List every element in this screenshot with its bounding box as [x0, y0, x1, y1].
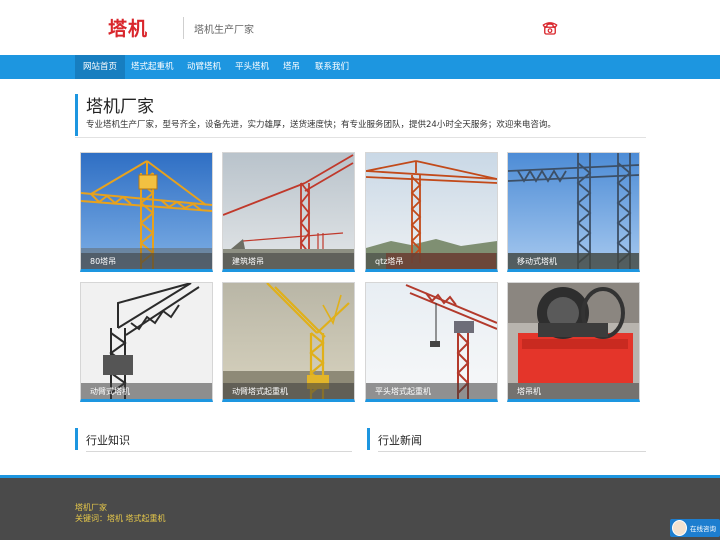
page: 塔机 塔机生产厂家 网站首页 塔式起重机 动臂塔机 平头塔机 塔吊 联系我们 塔…	[0, 0, 720, 540]
product-label: 平头塔式起重机	[375, 387, 431, 396]
news-divider	[378, 451, 646, 452]
product-card[interactable]: qtz塔吊	[365, 152, 498, 272]
site-footer: 塔机厂家 关键词：塔机 塔式起重机	[0, 478, 720, 540]
product-label: qtz塔吊	[375, 257, 404, 266]
nav-item-home[interactable]: 网站首页	[75, 55, 126, 79]
product-label: 塔吊机	[517, 387, 541, 396]
site-tagline: 塔机生产厂家	[194, 25, 254, 36]
page-description: 专业塔机生产厂家，型号齐全，设备先进，实力雄厚，送货速度快；有专业服务团队，提供…	[86, 120, 556, 130]
nav-item-contact[interactable]: 联系我们	[307, 55, 357, 79]
product-label: 动臂式塔机	[90, 387, 130, 396]
nav-item-flat-top-crane[interactable]: 平头塔机	[227, 55, 277, 79]
product-card[interactable]: 移动式塔机	[507, 152, 640, 272]
nav-item-luffing-crane[interactable]: 动臂塔机	[179, 55, 229, 79]
product-card[interactable]: 80塔吊	[80, 152, 213, 272]
chat-label: 在线咨询	[690, 525, 716, 533]
site-logo[interactable]: 塔机	[108, 14, 148, 41]
site-header: 塔机 塔机生产厂家	[0, 0, 720, 55]
knowledge-accent-bar	[75, 428, 78, 450]
page-title: 塔机厂家	[86, 97, 154, 117]
product-card[interactable]: 平头塔式起重机	[365, 282, 498, 402]
online-chat-button[interactable]: 在线咨询	[670, 519, 720, 537]
footer-keywords: 关键词：塔机 塔式起重机	[75, 514, 166, 523]
logo-divider	[183, 17, 184, 39]
news-accent-bar	[367, 428, 370, 450]
intro-accent-bar	[75, 94, 78, 136]
product-label: 移动式塔机	[517, 257, 557, 266]
intro-divider	[75, 137, 646, 138]
support-avatar-icon	[672, 520, 687, 536]
product-label: 80塔吊	[90, 257, 117, 266]
footer-site-name: 塔机厂家	[75, 503, 107, 512]
product-card[interactable]: 动臂式塔机	[80, 282, 213, 402]
nav-item-crane[interactable]: 塔吊	[275, 55, 308, 79]
phone-icon[interactable]	[541, 19, 559, 37]
product-card[interactable]: 建筑塔吊	[222, 152, 355, 272]
section-title-knowledge[interactable]: 行业知识	[86, 432, 130, 448]
knowledge-divider	[86, 451, 352, 452]
nav-item-tower-crane[interactable]: 塔式起重机	[123, 55, 182, 79]
main-nav: 网站首页 塔式起重机 动臂塔机 平头塔机 塔吊 联系我们	[0, 55, 720, 79]
product-card[interactable]: 塔吊机	[507, 282, 640, 402]
product-label: 建筑塔吊	[232, 257, 264, 266]
product-label: 动臂塔式起重机	[232, 387, 288, 396]
section-title-news[interactable]: 行业新闻	[378, 432, 422, 448]
product-card[interactable]: 动臂塔式起重机	[222, 282, 355, 402]
